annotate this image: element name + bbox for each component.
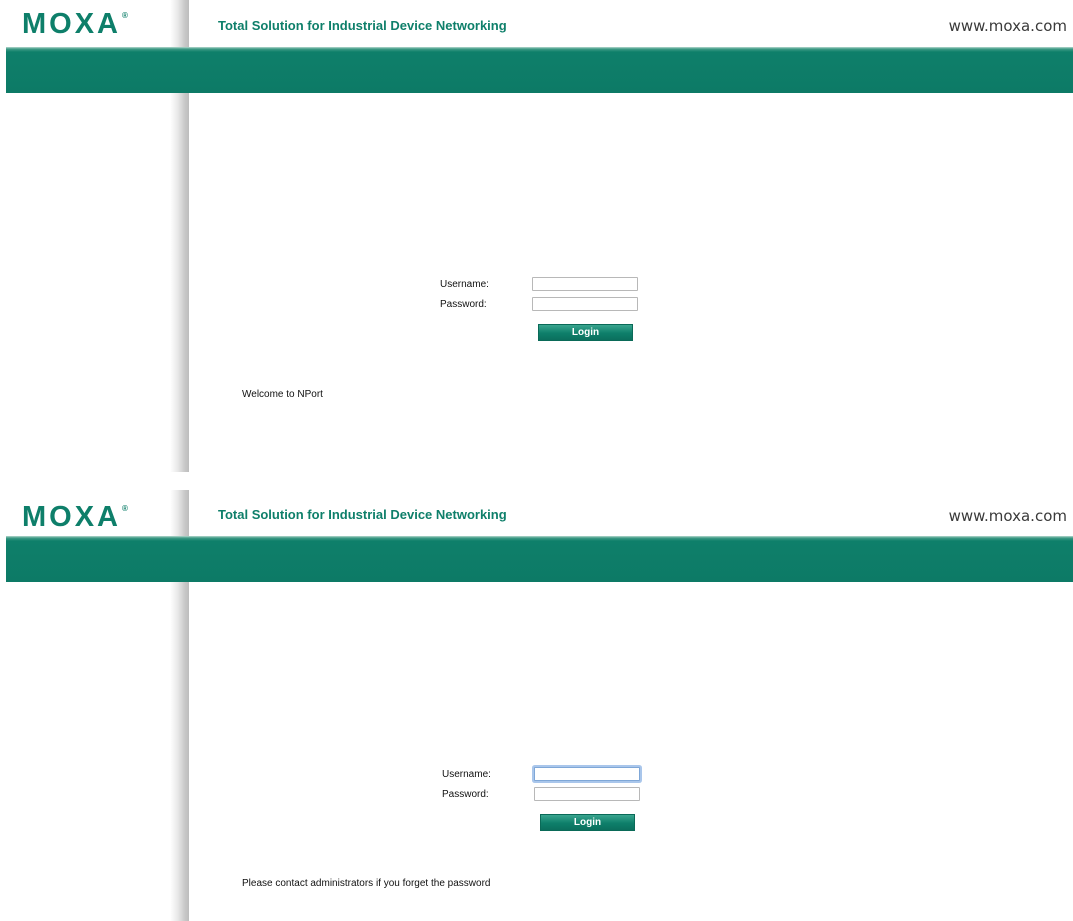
password-label: Password:	[442, 789, 489, 800]
forgot-password-message: Please contact administrators if you for…	[242, 878, 491, 889]
header-band	[6, 47, 1073, 93]
registered-mark: ®	[122, 11, 128, 20]
username-label: Username:	[440, 279, 489, 290]
logo-wordmark: MOXA	[22, 8, 121, 40]
welcome-message: Welcome to NPort	[242, 389, 323, 400]
username-input[interactable]	[532, 277, 638, 291]
login-button[interactable]: Login	[540, 814, 635, 831]
moxa-logo: MOXA ®	[22, 502, 128, 532]
site-url: www.moxa.com	[948, 17, 1067, 35]
login-screen-forgot-hint: MOXA ® Total Solution for Industrial Dev…	[0, 490, 1073, 921]
login-button[interactable]: Login	[538, 324, 633, 341]
logo-wordmark: MOXA	[22, 501, 121, 533]
header-band	[6, 536, 1073, 582]
login-form: Username: Password: Login	[420, 276, 660, 356]
login-screen-welcome: MOXA ® Total Solution for Industrial Dev…	[0, 0, 1073, 472]
password-input[interactable]	[534, 787, 640, 801]
username-input[interactable]	[534, 767, 640, 781]
password-label: Password:	[440, 299, 487, 310]
registered-mark: ®	[122, 504, 128, 513]
tagline: Total Solution for Industrial Device Net…	[218, 18, 507, 33]
tagline: Total Solution for Industrial Device Net…	[218, 507, 507, 522]
moxa-logo: MOXA ®	[22, 9, 128, 39]
username-label: Username:	[442, 769, 491, 780]
site-url: www.moxa.com	[948, 507, 1067, 525]
login-form: Username: Password: Login	[422, 766, 662, 846]
password-input[interactable]	[532, 297, 638, 311]
